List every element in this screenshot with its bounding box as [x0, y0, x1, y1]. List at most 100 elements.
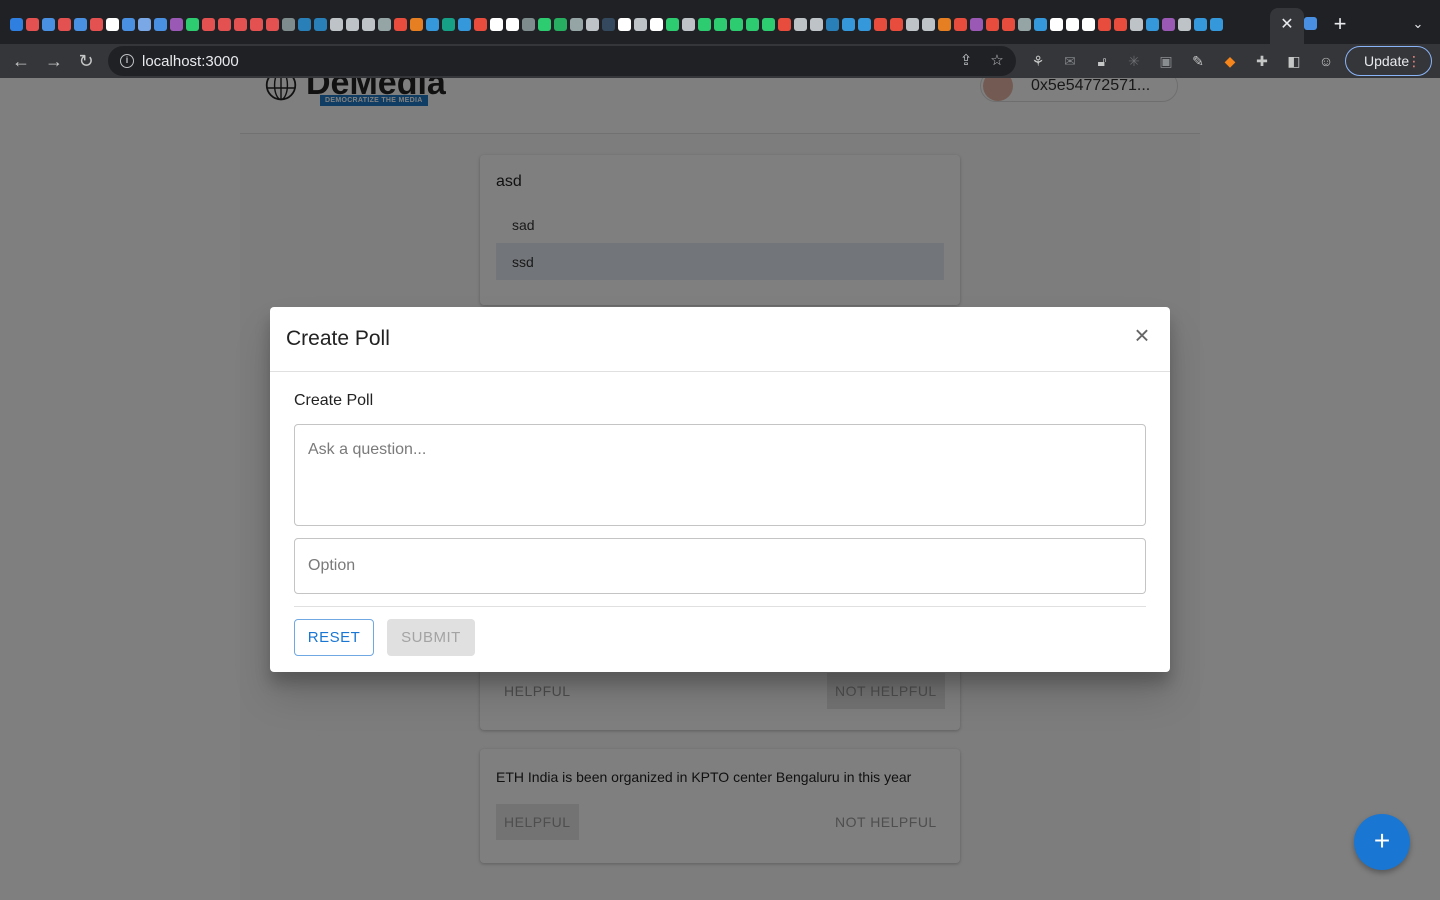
profile-icon[interactable]: ☺ — [1316, 51, 1336, 71]
tab-favicon[interactable] — [217, 18, 231, 31]
tab-close-icon[interactable]: ✕ — [1276, 14, 1298, 36]
tab-favicon[interactable] — [425, 18, 439, 31]
tab-favicon[interactable] — [521, 18, 535, 31]
tab-favicon[interactable] — [505, 18, 519, 31]
bookmark-star-icon[interactable]: ☆ — [987, 51, 1007, 71]
tab-favicon[interactable] — [9, 18, 23, 31]
tab-favicon[interactable] — [153, 18, 167, 31]
tab-favicon[interactable] — [681, 18, 695, 31]
tab-favicon[interactable] — [1065, 18, 1079, 31]
site-info-icon[interactable]: i — [120, 54, 134, 68]
tab-favicon[interactable] — [105, 18, 119, 31]
tab-favicon[interactable] — [921, 18, 935, 31]
tab-favicon[interactable] — [1193, 18, 1207, 31]
url-text[interactable]: localhost:3000 — [142, 53, 239, 70]
tab-favicon[interactable] — [329, 18, 343, 31]
tab-favicon[interactable] — [585, 18, 599, 31]
tab-favicon[interactable] — [1113, 18, 1127, 31]
tab-favicon-row[interactable] — [8, 16, 1270, 34]
tab-favicon[interactable] — [633, 18, 647, 31]
tab-favicon[interactable] — [1017, 18, 1031, 31]
metamask-fox-icon[interactable]: ◆ — [1220, 51, 1240, 71]
tab-favicon[interactable] — [617, 18, 631, 31]
tab-favicon[interactable] — [953, 18, 967, 31]
tab-favicon[interactable] — [313, 18, 327, 31]
tab-favicon[interactable] — [665, 18, 679, 31]
mail-extension-icon[interactable]: ✉ — [1060, 51, 1080, 71]
tab-favicon[interactable] — [233, 18, 247, 31]
tab-favicon[interactable] — [201, 18, 215, 31]
tab-favicon[interactable] — [745, 18, 759, 31]
tab-favicon[interactable] — [601, 18, 615, 31]
tab-favicon[interactable] — [857, 18, 871, 31]
reload-icon[interactable]: ↻ — [73, 48, 99, 74]
tab-favicon[interactable] — [377, 18, 391, 31]
new-tab-button[interactable]: + — [1328, 12, 1352, 36]
tab-favicon[interactable] — [1304, 17, 1317, 30]
share-icon[interactable]: ⇪ — [956, 51, 976, 71]
briefcase-extension-icon[interactable]: ▣ — [1156, 51, 1176, 71]
tab-favicon[interactable] — [489, 18, 503, 31]
tab-favicon[interactable] — [793, 18, 807, 31]
tab-favicon[interactable] — [825, 18, 839, 31]
tab-favicon[interactable] — [1145, 18, 1159, 31]
side-panel-icon[interactable]: ◧ — [1284, 51, 1304, 71]
extensions-puzzle-icon[interactable]: ✚ — [1252, 51, 1272, 71]
forward-arrow-icon[interactable]: → — [41, 48, 67, 74]
back-arrow-icon[interactable]: ← — [8, 48, 34, 74]
tab-favicon[interactable] — [729, 18, 743, 31]
extension-icon[interactable]: ⚘ — [1028, 51, 1048, 71]
tab-favicon[interactable] — [1161, 18, 1175, 31]
tab-favicon[interactable] — [1129, 18, 1143, 31]
tab-favicon[interactable] — [649, 18, 663, 31]
address-bar[interactable]: i localhost:3000 ⇪ ☆ — [108, 46, 1016, 76]
tab-favicon[interactable] — [169, 18, 183, 31]
tab-search-icon[interactable]: ⌄ — [1406, 12, 1430, 36]
tab-favicon[interactable] — [281, 18, 295, 31]
tab-favicon[interactable] — [73, 18, 87, 31]
update-button[interactable]: Update ⋮ — [1345, 46, 1432, 76]
tab-favicon[interactable] — [937, 18, 951, 31]
more-menu-icon[interactable]: ⋮ — [1407, 47, 1421, 75]
reset-button[interactable]: RESET — [294, 619, 374, 656]
pen-extension-icon[interactable]: ✎ — [1188, 51, 1208, 71]
tab-favicon[interactable] — [841, 18, 855, 31]
tab-favicon[interactable] — [985, 18, 999, 31]
tab-favicon[interactable] — [1033, 18, 1047, 31]
tab-favicon[interactable] — [89, 18, 103, 31]
tab-favicon[interactable] — [457, 18, 471, 31]
tab-favicon[interactable] — [441, 18, 455, 31]
tab-favicon[interactable] — [1177, 18, 1191, 31]
submit-button[interactable]: SUBMIT — [387, 619, 475, 656]
tab-favicon[interactable] — [473, 18, 487, 31]
tab-favicon[interactable] — [809, 18, 823, 31]
tab-favicon[interactable] — [569, 18, 583, 31]
question-input[interactable] — [308, 441, 1128, 511]
tab-favicon[interactable] — [1049, 18, 1063, 31]
question-field[interactable] — [294, 424, 1146, 526]
tab-favicon[interactable] — [345, 18, 359, 31]
tab-favicon[interactable] — [873, 18, 887, 31]
tab-favicon[interactable] — [41, 18, 55, 31]
tab-favicon[interactable] — [697, 18, 711, 31]
tab-favicon[interactable] — [969, 18, 983, 31]
tab-favicon[interactable] — [57, 18, 71, 31]
tab-favicon[interactable] — [137, 18, 151, 31]
tab-favicon[interactable] — [185, 18, 199, 31]
add-post-fab[interactable]: + — [1354, 814, 1410, 870]
bug-extension-icon[interactable]: ✳ — [1124, 51, 1144, 71]
tab-favicon[interactable] — [121, 18, 135, 31]
tab-favicon[interactable] — [361, 18, 375, 31]
tab-favicon[interactable] — [761, 18, 775, 31]
tab-favicon[interactable] — [1097, 18, 1111, 31]
close-icon[interactable]: × — [1128, 322, 1156, 350]
tab-favicon[interactable] — [265, 18, 279, 31]
tab-favicon[interactable] — [409, 18, 423, 31]
tab-favicon[interactable] — [905, 18, 919, 31]
tab-favicon[interactable] — [25, 18, 39, 31]
tab-favicon[interactable] — [553, 18, 567, 31]
tab-favicon[interactable] — [713, 18, 727, 31]
option-input[interactable] — [308, 556, 1128, 576]
option-field[interactable] — [294, 538, 1146, 594]
lock-extension-icon[interactable]: 🔓︎ — [1092, 51, 1112, 71]
